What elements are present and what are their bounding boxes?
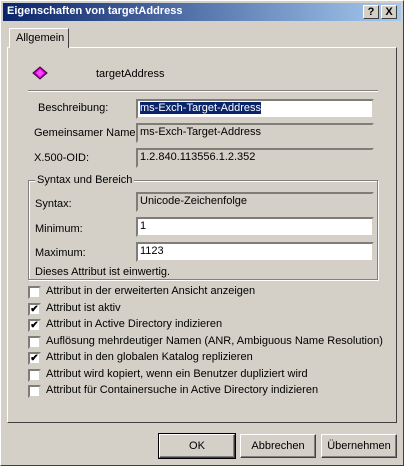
checkbox-1[interactable]: ✔ [28,302,41,316]
checkbox-6[interactable] [28,385,41,398]
window-title: Eigenschaften von targetAddress [7,5,183,17]
properties-dialog: Eigenschaften von targetAddress ? X Allg… [0,0,404,466]
minimum-field[interactable]: 1 [136,217,374,237]
syntax-group: Syntax und Bereich Syntax: Unicode-Zeich… [28,174,378,280]
tab-allgemein[interactable]: Allgemein [9,28,69,48]
maximum-label: Maximum: [35,247,86,259]
apply-button[interactable]: Übernehmen [321,434,397,458]
close-button[interactable]: X [381,5,397,19]
gemeinsamer-name-value: ms-Exch-Target-Address [140,126,262,138]
checkbox-label-3[interactable]: Auflösung mehrdeutiger Namen (ANR, Ambig… [46,335,383,347]
beschreibung-value: ms-Exch-Target-Address [140,102,262,114]
tab-label: Allgemein [16,32,65,44]
checkbox-2[interactable]: ✔ [28,319,41,332]
checkbox-label-4[interactable]: Attribut in den globalen Katalog replizi… [46,351,253,363]
checkbox-3[interactable] [28,335,41,349]
minimum-value: 1 [140,220,147,232]
checkbox-label-5[interactable]: Attribut wird kopiert, wenn ein Benutzer… [46,368,308,380]
gemeinsamer-name-label: Gemeinsamer Name: [34,127,139,139]
maximum-field[interactable]: 1123 [136,242,374,262]
maximum-value: 1123 [140,245,164,257]
divider [28,90,378,92]
beschreibung-label: Beschreibung: [38,102,109,114]
x500-oid-value: 1.2.840.113556.1.2.352 [140,151,256,163]
x500-oid-field: 1.2.840.113556.1.2.352 [136,148,374,168]
title-bar[interactable]: Eigenschaften von targetAddress ? X [3,3,401,21]
single-value-note: Dieses Attribut ist einwertig. [35,266,171,278]
help-button[interactable]: ? [363,5,379,19]
checkbox-0[interactable] [28,286,41,299]
syntax-group-title: Syntax und Bereich [35,174,135,186]
gemeinsamer-name-field: ms-Exch-Target-Address [136,123,374,143]
ok-button[interactable]: OK [158,433,236,459]
checkbox-label-0[interactable]: Attribut in der erweiterten Ansicht anze… [46,285,255,297]
cancel-button[interactable]: Abbrechen [240,434,316,458]
minimum-label: Minimum: [35,223,83,235]
checkbox-label-2[interactable]: Attribut in Active Directory indizieren [46,318,222,330]
syntax-label: Syntax: [35,198,72,210]
attribute-icon [32,66,48,80]
syntax-value: Unicode-Zeichenfolge [140,195,248,207]
attribute-name: targetAddress [96,68,165,80]
beschreibung-field[interactable]: ms-Exch-Target-Address [136,99,374,119]
checkbox-label-6[interactable]: Attribut für Containersuche in Active Di… [46,384,318,396]
checkbox-5[interactable] [28,368,41,382]
x500-oid-label: X.500-OID: [34,152,90,164]
syntax-field: Unicode-Zeichenfolge [136,192,374,212]
checkbox-label-1[interactable]: Attribut ist aktiv [46,302,121,314]
tab-panel: targetAddress Beschreibung: ms-Exch-Targ… [7,47,397,423]
checkbox-4[interactable]: ✔ [28,352,41,365]
